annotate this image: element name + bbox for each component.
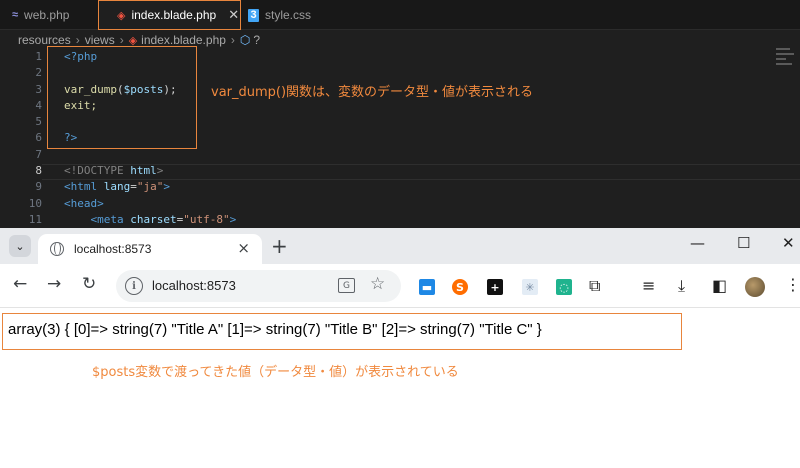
puzzle-icon[interactable]: ⧉ bbox=[589, 276, 600, 296]
code-token: html bbox=[130, 164, 157, 178]
browser-title-bar: ⌄ localhost:8573 × + — ☐ ✕ bbox=[0, 228, 800, 264]
tab-web-php[interactable]: ≈ web.php bbox=[12, 0, 69, 30]
line-number: 9 bbox=[35, 180, 42, 194]
reload-button[interactable]: ↻ bbox=[82, 274, 96, 294]
site-info-icon[interactable]: i bbox=[125, 277, 143, 295]
line-number: 10 bbox=[28, 196, 42, 210]
code-line: <!DOCTYPE html> bbox=[64, 163, 236, 179]
browser-toolbar: ← → ↻ i localhost:8573 G ☆ ▬ S + ✳ ◌ ⧉ ≡… bbox=[0, 264, 800, 308]
close-window-button[interactable]: ✕ bbox=[782, 234, 795, 252]
code-token: > bbox=[156, 164, 164, 178]
side-panel-icon[interactable]: ◧ bbox=[712, 276, 727, 295]
code-token: = bbox=[130, 180, 137, 194]
line-number: 8 bbox=[35, 164, 42, 178]
maximize-button[interactable]: ☐ bbox=[737, 234, 750, 252]
browser-tab[interactable]: localhost:8573 × bbox=[38, 234, 262, 264]
chevron-down-icon[interactable]: ⌄ bbox=[9, 235, 31, 257]
url-text[interactable]: localhost:8573 bbox=[152, 278, 236, 293]
breadcrumb-item[interactable]: resources bbox=[18, 33, 71, 47]
minimize-button[interactable]: — bbox=[690, 234, 705, 252]
extension-icon[interactable]: ◌ bbox=[556, 279, 572, 295]
tab-style-css[interactable]: 3 style.css bbox=[248, 0, 311, 30]
avatar[interactable] bbox=[745, 277, 765, 297]
code-line: <html lang="ja"> bbox=[64, 179, 236, 195]
line-number: 11 bbox=[28, 212, 42, 226]
code-line: <meta charset="utf-8"> bbox=[64, 212, 237, 228]
laravel-icon: ◈ bbox=[117, 9, 126, 22]
close-icon[interactable]: ✕ bbox=[228, 7, 239, 23]
close-icon[interactable]: × bbox=[237, 239, 250, 257]
code-token: lang bbox=[103, 180, 131, 194]
code-token: <meta bbox=[90, 212, 124, 226]
new-tab-button[interactable]: + bbox=[271, 234, 288, 258]
breadcrumb-symbol[interactable]: ? bbox=[253, 33, 260, 47]
chevron-right-icon: › bbox=[75, 33, 80, 47]
extension-icon[interactable]: ✳ bbox=[522, 279, 538, 295]
address-bar[interactable]: i localhost:8573 G ☆ bbox=[116, 270, 401, 302]
line-number-gutter: 1 2 3 4 5 6 7 8 9 10 11 bbox=[0, 49, 42, 228]
more-menu-icon[interactable]: ⋮ bbox=[785, 275, 800, 294]
code-token: "ja" bbox=[136, 180, 164, 194]
chevron-right-icon: › bbox=[119, 33, 124, 47]
browser-annotation: $posts変数で渡ってきた値（データ型・値）が表示されている bbox=[92, 365, 459, 380]
extension-icon[interactable]: + bbox=[487, 279, 503, 295]
line-number: 2 bbox=[35, 66, 42, 80]
code-token: > bbox=[163, 180, 170, 194]
download-icon[interactable]: ⤓ bbox=[678, 276, 685, 296]
back-button[interactable]: ← bbox=[13, 274, 27, 294]
line-number: 4 bbox=[35, 98, 42, 112]
code-token: <html bbox=[64, 180, 98, 194]
tab-label: web.php bbox=[24, 8, 70, 22]
code-token: charset bbox=[130, 212, 177, 226]
tab-label: index.blade.php bbox=[131, 8, 217, 22]
symbol-icon: ⬡ bbox=[239, 33, 251, 47]
code-token: "utf-8" bbox=[183, 212, 230, 226]
code-line: <head> bbox=[64, 196, 236, 212]
bookmark-star-icon[interactable]: ☆ bbox=[370, 274, 385, 294]
extension-icon[interactable]: ▬ bbox=[419, 279, 435, 295]
line-number: 5 bbox=[35, 115, 42, 129]
code-token: <!DOCTYPE bbox=[64, 164, 124, 178]
globe-icon bbox=[50, 242, 64, 256]
css-icon: 3 bbox=[248, 8, 259, 22]
chevron-right-icon: › bbox=[230, 33, 235, 47]
line-number: 3 bbox=[35, 82, 42, 96]
code-token: > bbox=[229, 212, 237, 226]
code-token: <head> bbox=[64, 196, 104, 210]
minimap[interactable] bbox=[776, 48, 796, 84]
code-highlight-box bbox=[47, 46, 197, 149]
line-number: 6 bbox=[35, 131, 42, 145]
browser-window: ⌄ localhost:8573 × + — ☐ ✕ ← → ↻ i local… bbox=[0, 228, 800, 468]
page-output: array(3) { [0]=> string(7) "Title A" [1]… bbox=[2, 313, 682, 350]
code-editor: ≈ web.php ◈ index.blade.php ✕ 3 style.cs… bbox=[0, 0, 800, 228]
tab-label: style.css bbox=[265, 8, 312, 22]
line-number: 1 bbox=[35, 50, 42, 63]
breadcrumb-item[interactable]: index.blade.php bbox=[141, 33, 226, 47]
editor-annotation: var_dump()関数は、変数のデータ型・値が表示される bbox=[211, 85, 534, 100]
laravel-icon: ◈ bbox=[128, 34, 138, 47]
tab-index-blade-php[interactable]: ◈ index.blade.php ✕ bbox=[98, 0, 241, 30]
forward-button[interactable]: → bbox=[47, 274, 61, 294]
breadcrumb-item[interactable]: views bbox=[85, 33, 115, 47]
line-number: 7 bbox=[35, 147, 42, 161]
media-control-icon[interactable]: ≡ bbox=[642, 276, 655, 295]
php-icon: ≈ bbox=[12, 9, 19, 21]
extension-icon[interactable]: S bbox=[452, 279, 468, 295]
browser-tab-title: localhost:8573 bbox=[74, 242, 152, 256]
translate-icon[interactable]: G bbox=[338, 278, 355, 293]
editor-tab-bar: ≈ web.php ◈ index.blade.php ✕ 3 style.cs… bbox=[0, 0, 800, 30]
